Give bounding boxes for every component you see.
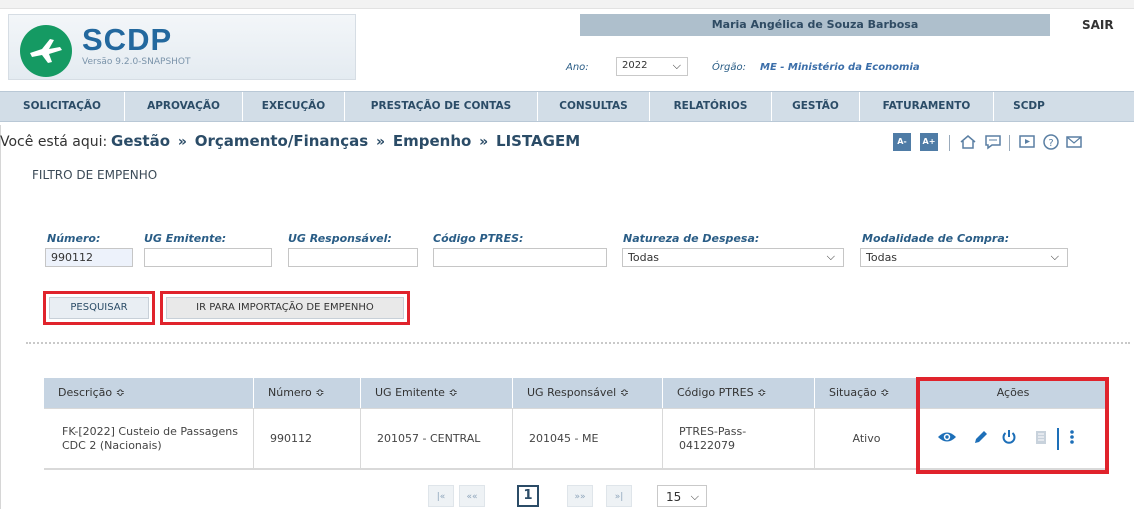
- orgao-value[interactable]: ME - Ministério da Economia: [760, 62, 920, 73]
- font-decrease-icon[interactable]: A-: [893, 133, 911, 151]
- codigo-ptres-label: Código PTRES:: [433, 232, 524, 245]
- codigo-ptres-field[interactable]: [433, 248, 607, 267]
- menu-item-relatorios[interactable]: RELATÓRIOS: [650, 92, 772, 121]
- breadcrumb-separator: »: [375, 134, 386, 150]
- natureza-despesa-value: Todas: [628, 251, 660, 264]
- first-page-button[interactable]: |«: [428, 485, 454, 507]
- column-header-label: Descrição: [58, 386, 113, 399]
- menu-item-solicitacao[interactable]: SOLICITAÇÃO: [0, 92, 125, 121]
- ano-select[interactable]: 2022 ⌵: [616, 57, 688, 76]
- sort-icon: ≎: [448, 386, 458, 399]
- chat-icon[interactable]: [984, 133, 1002, 151]
- breadcrumb-empenho[interactable]: Empenho: [393, 132, 471, 150]
- column-header-descricao[interactable]: Descrição ≎: [44, 378, 254, 408]
- breadcrumb-separator: »: [479, 134, 489, 150]
- cell-situacao: Ativo: [815, 409, 919, 469]
- logout-link[interactable]: SAIR: [1082, 18, 1114, 32]
- orgao-label: Órgão:: [712, 62, 746, 73]
- ug-responsavel-field[interactable]: [288, 248, 418, 267]
- column-header-ug-emitente[interactable]: UG Emitente ≎: [361, 378, 513, 408]
- divider: [26, 342, 1130, 344]
- next-page-button[interactable]: »»: [567, 485, 593, 507]
- menu-item-execucao[interactable]: EXECUÇÃO: [243, 92, 345, 121]
- import-button-highlight: IR PARA IMPORTAÇÃO DE EMPENHO: [160, 291, 410, 325]
- menu-item-gestao[interactable]: GESTÃO: [772, 92, 860, 121]
- cell-descricao: FK-[2022] Custeio de Passagens CDC 2 (Na…: [44, 409, 254, 469]
- search-button[interactable]: PESQUISAR: [49, 297, 149, 319]
- numero-field[interactable]: 990112: [45, 248, 133, 267]
- video-icon[interactable]: [1018, 133, 1036, 151]
- font-increase-icon[interactable]: A+: [920, 133, 938, 151]
- breadcrumb-orcamento[interactable]: Orçamento/Finanças: [195, 132, 368, 150]
- modalidade-compra-value: Todas: [866, 251, 898, 264]
- breadcrumb-separator: »: [177, 134, 187, 150]
- svg-text:?: ?: [1048, 138, 1053, 149]
- menu-item-scdp[interactable]: SCDP: [994, 92, 1064, 121]
- breadcrumb-prefix: Você está aqui:: [0, 134, 108, 150]
- natureza-despesa-select[interactable]: Todas ⌵: [622, 248, 844, 267]
- sort-icon: ≎: [115, 386, 125, 399]
- breadcrumb-gestao[interactable]: Gestão: [111, 132, 170, 150]
- column-header-codigo-ptres[interactable]: Código PTRES ≎: [663, 378, 815, 408]
- ano-label: Ano:: [566, 62, 589, 73]
- column-header-ug-responsavel[interactable]: UG Responsável ≎: [513, 378, 663, 408]
- page-size-select[interactable]: 15 ⌵: [657, 485, 707, 507]
- column-header-label: UG Emitente: [375, 386, 445, 399]
- help-icon[interactable]: ?: [1042, 133, 1060, 151]
- modalidade-compra-label: Modalidade de Compra:: [862, 232, 1010, 245]
- ug-responsavel-label: UG Responsável:: [288, 232, 392, 245]
- breadcrumb: Você está aqui: Gestão » Orçamento/Finan…: [0, 132, 860, 154]
- search-button-highlight: PESQUISAR: [43, 291, 155, 325]
- menu-item-faturamento[interactable]: FATURAMENTO: [860, 92, 994, 121]
- home-icon[interactable]: [959, 133, 977, 151]
- numero-label: Número:: [47, 232, 101, 245]
- column-header-label: UG Responsável: [527, 386, 617, 399]
- column-header-numero[interactable]: Número ≎: [254, 378, 361, 408]
- current-page[interactable]: 1: [517, 485, 539, 507]
- column-header-label: Número: [268, 386, 312, 399]
- ug-emitente-field[interactable]: [144, 248, 272, 267]
- menu-item-aprovacao[interactable]: APROVAÇÃO: [125, 92, 243, 121]
- user-name: Maria Angélica de Souza Barbosa: [711, 18, 919, 31]
- modalidade-compra-select[interactable]: Todas ⌵: [860, 248, 1068, 267]
- ug-emitente-label: UG Emitente:: [144, 232, 227, 245]
- actions-highlight: [916, 377, 1109, 474]
- prev-page-button[interactable]: ««: [459, 485, 485, 507]
- chevron-down-icon: ⌵: [826, 250, 835, 263]
- mail-icon[interactable]: [1065, 133, 1083, 151]
- sort-icon: ≎: [880, 386, 890, 399]
- column-header-situacao[interactable]: Situação ≎: [815, 378, 919, 408]
- filter-title: FILTRO DE EMPENHO: [32, 168, 158, 182]
- ano-value: 2022: [622, 60, 648, 71]
- column-header-label: Código PTRES: [677, 386, 754, 399]
- top-strip: [0, 0, 1134, 9]
- toolbar-divider: [949, 135, 950, 151]
- import-button[interactable]: IR PARA IMPORTAÇÃO DE EMPENHO: [166, 297, 404, 319]
- cell-codigo-ptres: PTRES-Pass-04122079: [663, 409, 815, 469]
- chevron-down-icon: ⌵: [672, 59, 681, 72]
- breadcrumb-listagem: LISTAGEM: [496, 132, 581, 150]
- menu-item-prestacao-de-contas[interactable]: PRESTAÇÃO DE CONTAS: [345, 92, 538, 121]
- cell-ug-emitente: 201057 - CENTRAL: [361, 409, 513, 469]
- app-version: Versão 9.2.0-SNAPSHOT: [82, 57, 191, 67]
- page-size-value: 15: [666, 490, 682, 504]
- cell-ug-responsavel: 201045 - ME: [513, 409, 663, 469]
- app-name: SCDP: [82, 22, 173, 57]
- cell-numero: 990112: [254, 409, 361, 469]
- last-page-button[interactable]: »|: [606, 485, 632, 507]
- sort-icon: ≎: [315, 386, 325, 399]
- natureza-despesa-label: Natureza de Despesa:: [623, 232, 760, 245]
- column-header-label: Situação: [829, 386, 877, 399]
- main-menu: SOLICITAÇÃO APROVAÇÃO EXECUÇÃO PRESTAÇÃO…: [0, 91, 1134, 122]
- chevron-down-icon: ⌵: [690, 490, 699, 503]
- menu-item-consultas[interactable]: CONSULTAS: [538, 92, 650, 121]
- sort-icon: ≎: [757, 386, 767, 399]
- toolbar-divider: [1009, 135, 1010, 151]
- page-border: [0, 125, 1, 509]
- chevron-down-icon: ⌵: [1050, 250, 1059, 263]
- logo-icon[interactable]: [20, 25, 72, 77]
- sort-icon: ≎: [619, 386, 629, 399]
